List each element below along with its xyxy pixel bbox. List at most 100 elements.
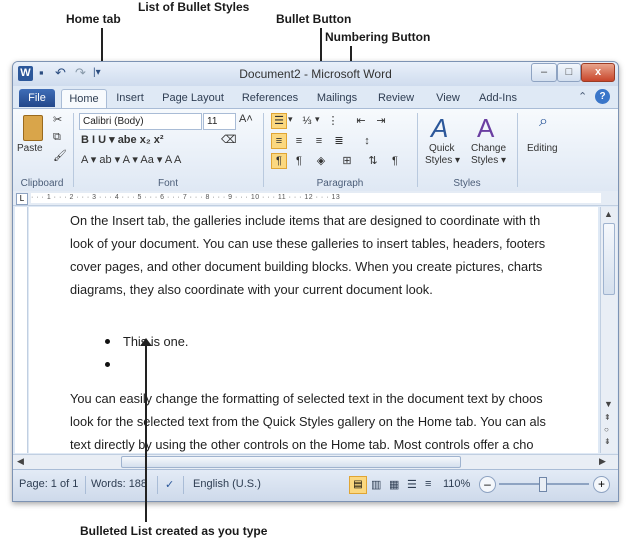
quick-styles-button[interactable]: A Quick Styles ▾ xyxy=(423,113,463,169)
para1-line3: cover pages, and other document building… xyxy=(70,259,543,274)
language-indicator[interactable]: English (U.S.) xyxy=(193,478,261,490)
increase-indent-icon[interactable]: ⇥ xyxy=(373,113,389,129)
numbering-dropdown-icon[interactable]: ▾ xyxy=(315,114,320,125)
horizontal-scrollbar[interactable]: ◀ ▶ xyxy=(13,454,618,469)
vertical-ruler[interactable] xyxy=(15,207,28,453)
zoom-in-icon[interactable]: + xyxy=(593,476,610,493)
browse-object-icon[interactable]: ○ xyxy=(604,425,609,434)
tab-selector-icon[interactable]: L xyxy=(16,193,28,205)
clipboard-icon xyxy=(23,115,43,141)
divider xyxy=(517,113,518,187)
tab-mailings[interactable]: Mailings xyxy=(309,89,365,107)
align-right-icon[interactable]: ≡ xyxy=(311,133,327,149)
outline-icon[interactable]: ☰ xyxy=(407,478,417,491)
sort-icon[interactable]: ⇅ xyxy=(365,153,381,169)
line-spacing-icon[interactable]: ↕ xyxy=(359,133,375,149)
borders-icon[interactable]: ⊞ xyxy=(339,153,355,169)
maximize-button[interactable]: □ xyxy=(557,63,581,82)
help-icon[interactable]: ? xyxy=(595,89,610,104)
divider xyxy=(157,476,158,494)
tab-view[interactable]: View xyxy=(429,89,467,107)
prev-page-icon[interactable]: ⇞ xyxy=(604,413,611,422)
ribbon: Paste ✂ ⧉ 🖌 Clipboard Calibri (Body) 11 … xyxy=(13,108,618,192)
print-layout-icon[interactable]: ▤ xyxy=(349,476,367,494)
change-styles-icon: A xyxy=(477,113,495,143)
page-count[interactable]: Page: 1 of 1 xyxy=(19,478,78,490)
show-marks-icon[interactable]: ¶ xyxy=(387,153,403,169)
font-color-row[interactable]: A ▾ ab ▾ A ▾ Aa ▾ A A xyxy=(81,153,181,166)
document-page[interactable]: On the Insert tab, the galleries include… xyxy=(29,207,598,453)
clipboard-group-label: Clipboard xyxy=(20,178,64,189)
vertical-scrollbar[interactable]: ▲ ▼ ⇞ ○ ⇟ xyxy=(600,207,617,453)
divider xyxy=(417,113,418,187)
bullets-button[interactable]: ☰ xyxy=(271,113,287,129)
find-icon: ⌕ xyxy=(539,113,548,130)
rtl-icon[interactable]: ¶ xyxy=(291,153,307,169)
font-size-box[interactable]: 11 xyxy=(203,113,236,130)
editing-button[interactable]: ⌕ Editing xyxy=(525,113,569,169)
para2-line2: look for the selected text from the Quic… xyxy=(70,414,546,429)
multilevel-list-button[interactable]: ⋮ xyxy=(325,113,341,129)
word-count[interactable]: Words: 188 xyxy=(91,478,147,490)
divider xyxy=(183,476,184,494)
horizontal-ruler[interactable]: L · · · 1 · · · 2 · · · 3 · · · 4 · · · … xyxy=(13,191,618,206)
word-window: W ▪ ↶ ↷ |▾ Document2 - Microsoft Word – … xyxy=(12,61,619,502)
callout-bulleted-list: Bulleted List created as you type xyxy=(80,524,268,538)
bullet-styles-dropdown-icon[interactable]: ▾ xyxy=(288,114,293,125)
change-styles-label: Change xyxy=(471,143,507,154)
bullet-item-1: This is one. xyxy=(123,334,189,349)
arrow-head-bulleted-list xyxy=(140,338,152,346)
styles-group-label: Styles xyxy=(453,178,481,189)
scroll-left-icon[interactable]: ◀ xyxy=(17,456,24,467)
font-name-box[interactable]: Calibri (Body) xyxy=(79,113,202,130)
quick-styles-icon: A xyxy=(431,113,449,143)
callout-home-tab: Home tab xyxy=(66,12,121,26)
arrow-bulleted-list xyxy=(145,346,147,522)
tab-home[interactable]: Home xyxy=(61,89,107,108)
align-center-icon[interactable]: ≡ xyxy=(291,133,307,149)
justify-icon[interactable]: ≣ xyxy=(331,133,347,149)
font-group-label: Font xyxy=(157,178,178,189)
clear-format-icon[interactable]: ⌫ xyxy=(221,133,237,146)
minimize-button[interactable]: – xyxy=(531,63,557,82)
zoom-out-icon[interactable]: – xyxy=(479,476,496,493)
horizontal-scroll-thumb[interactable] xyxy=(121,456,461,468)
tab-review[interactable]: Review xyxy=(371,89,421,107)
numbering-button[interactable]: ⅓ xyxy=(299,113,315,129)
scroll-up-icon[interactable]: ▲ xyxy=(604,209,613,219)
decrease-indent-icon[interactable]: ⇤ xyxy=(353,113,369,129)
tab-insert[interactable]: Insert xyxy=(107,89,153,107)
grow-font-icon[interactable]: A˄ xyxy=(239,113,253,125)
status-bar: Page: 1 of 1 Words: 188 ✓ English (U.S.)… xyxy=(13,469,618,501)
minimize-ribbon-icon[interactable]: ⌃ xyxy=(578,90,587,103)
vertical-scroll-thumb[interactable] xyxy=(603,223,615,295)
scroll-right-icon[interactable]: ▶ xyxy=(599,456,606,467)
tab-references[interactable]: References xyxy=(235,89,305,107)
ltr-button[interactable]: ¶ xyxy=(271,153,287,169)
tab-file[interactable]: File xyxy=(19,89,55,107)
proofing-icon[interactable]: ✓ xyxy=(165,478,174,491)
para1-line2: look of your document. You can use these… xyxy=(70,236,546,251)
tab-page-layout[interactable]: Page Layout xyxy=(155,89,231,107)
change-styles-button[interactable]: A Change Styles ▾ xyxy=(467,113,511,169)
align-left-button[interactable]: ≡ xyxy=(271,133,287,149)
next-page-icon[interactable]: ⇟ xyxy=(604,437,611,446)
copy-icon[interactable]: ⧉ xyxy=(53,131,61,144)
zoom-level[interactable]: 110% xyxy=(443,478,470,490)
tab-add-ins[interactable]: Add-Ins xyxy=(471,89,525,107)
window-title: Document2 - Microsoft Word xyxy=(239,67,392,81)
paste-button[interactable]: Paste xyxy=(17,113,47,159)
draft-icon[interactable]: ≡ xyxy=(425,478,431,490)
font-format-row[interactable]: B I U ▾ abe x₂ x² xyxy=(81,133,164,146)
para2-line1: You can easily change the formatting of … xyxy=(70,391,543,406)
scroll-down-icon[interactable]: ▼ xyxy=(604,399,613,409)
zoom-slider-thumb[interactable] xyxy=(539,477,547,492)
bullet-dot-1 xyxy=(105,339,110,344)
cut-icon[interactable]: ✂ xyxy=(53,113,62,126)
shading-icon[interactable]: ◈ xyxy=(313,153,329,169)
format-painter-icon[interactable]: 🖌 xyxy=(53,149,67,162)
callout-numbering-button: Numbering Button xyxy=(325,30,431,44)
close-button[interactable]: x xyxy=(581,63,615,82)
web-layout-icon[interactable]: ▦ xyxy=(389,478,399,491)
full-screen-icon[interactable]: ▥ xyxy=(371,478,381,491)
